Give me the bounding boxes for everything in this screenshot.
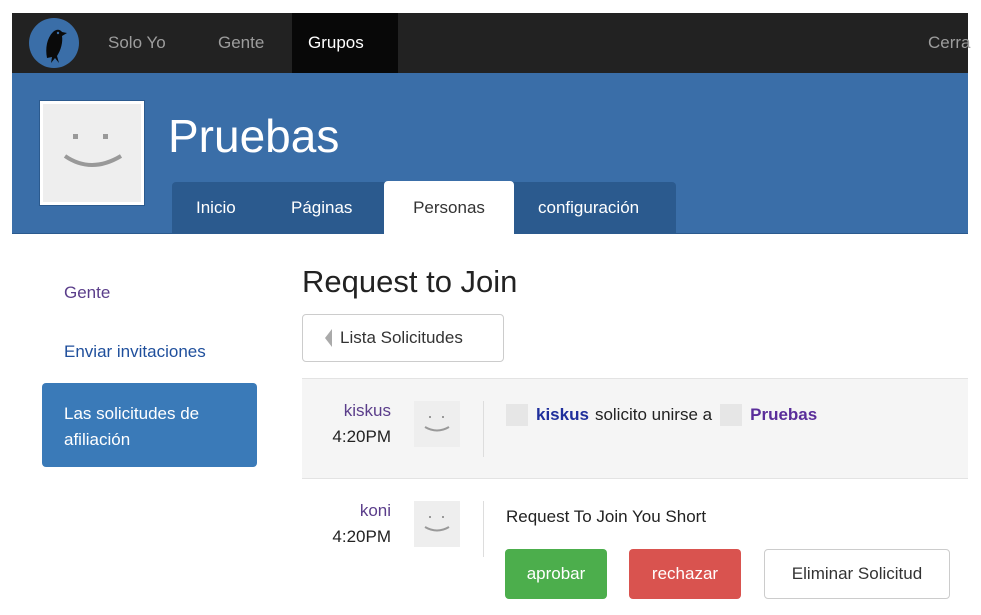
item-meta: kiskus 4:20PM bbox=[332, 401, 391, 447]
back-button-label: Lista Solicitudes bbox=[340, 328, 463, 347]
top-navbar: Solo Yo Gente Grupos Cerra bbox=[12, 13, 971, 73]
tab-configuracion[interactable]: configuración bbox=[526, 182, 651, 234]
group-tabs: Inicio Páginas Personas configuración bbox=[172, 181, 676, 235]
divider bbox=[483, 401, 484, 457]
tab-personas[interactable]: Personas bbox=[384, 181, 514, 235]
smiley-avatar-icon bbox=[424, 416, 450, 432]
reject-button[interactable]: rechazar bbox=[629, 549, 741, 599]
mini-avatar-icon bbox=[506, 404, 528, 426]
tab-paginas[interactable]: Páginas bbox=[279, 182, 364, 234]
back-to-list-button[interactable]: Lista Solicitudes bbox=[302, 314, 504, 362]
list-item: kiskus 4:20PM kiskus solicito unirse a P… bbox=[302, 378, 968, 478]
avatar[interactable] bbox=[414, 401, 460, 447]
nav-logout[interactable]: Cerra bbox=[912, 13, 981, 73]
activity-verb: solicito unirse a bbox=[594, 405, 713, 424]
group-avatar bbox=[40, 101, 144, 205]
sidebar-item-gente[interactable]: Gente bbox=[42, 283, 132, 303]
delete-request-button[interactable]: Eliminar Solicitud bbox=[764, 549, 950, 599]
item-meta: koni 4:20PM bbox=[332, 501, 391, 547]
activity-actor-link[interactable]: kiskus bbox=[536, 405, 589, 425]
smiley-avatar-icon bbox=[424, 516, 450, 532]
raven-logo-icon bbox=[29, 18, 79, 68]
app-logo[interactable] bbox=[24, 13, 84, 73]
nav-solo-yo[interactable]: Solo Yo bbox=[92, 13, 182, 73]
mini-group-avatar-icon bbox=[720, 404, 743, 426]
tab-inicio[interactable]: Inicio bbox=[184, 182, 248, 234]
divider bbox=[483, 501, 484, 557]
sidebar-item-invitations[interactable]: Enviar invitaciones bbox=[42, 342, 228, 362]
avatar[interactable] bbox=[414, 501, 460, 547]
request-message: Request To Join You Short bbox=[506, 507, 707, 526]
smiley-avatar-icon bbox=[63, 134, 123, 167]
list-item: koni 4:20PM Request To Join You Short ap… bbox=[302, 478, 968, 615]
activity-text: kiskus solicito unirse a Pruebas bbox=[506, 404, 817, 426]
item-username[interactable]: kiskus bbox=[332, 401, 391, 421]
sidebar-item-requests[interactable]: Las solicitudes de afiliación bbox=[42, 383, 257, 467]
page-title: Request to Join bbox=[302, 264, 518, 299]
item-time: 4:20PM bbox=[332, 527, 391, 546]
item-time: 4:20PM bbox=[332, 427, 391, 446]
item-username[interactable]: koni bbox=[332, 501, 391, 521]
activity-group-link[interactable]: Pruebas bbox=[750, 405, 817, 425]
approve-button[interactable]: aprobar bbox=[505, 549, 607, 599]
group-title: Pruebas bbox=[168, 110, 340, 162]
nav-grupos[interactable]: Grupos bbox=[292, 13, 398, 73]
group-header: Pruebas Inicio Páginas Personas configur… bbox=[12, 73, 968, 235]
nav-gente[interactable]: Gente bbox=[202, 13, 280, 73]
caret-left-icon bbox=[325, 329, 332, 347]
